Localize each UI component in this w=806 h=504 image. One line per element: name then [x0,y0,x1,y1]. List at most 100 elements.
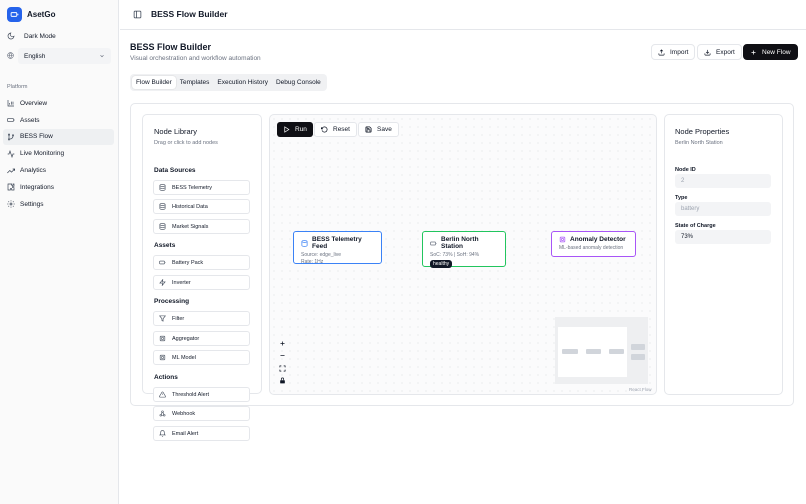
language-value: English [24,52,46,60]
sidebar-item-overview[interactable]: Overview [3,95,114,112]
page-title: BESS Flow Builder [130,42,212,52]
download-icon [704,49,711,56]
library-category: Assets [154,242,176,249]
app-name: AsetGo [27,10,56,19]
tab-flow-builder[interactable]: Flow Builder [132,76,176,89]
dark-mode-toggle[interactable]: Dark Mode [7,32,56,40]
react-flow-attribution[interactable]: React Flow [629,387,652,392]
play-icon [283,126,290,133]
tab-debug-console[interactable]: Debug Console [272,76,325,89]
library-item-label: Threshold Alert [172,391,209,398]
save-button[interactable]: Save [358,122,399,137]
flow-node-anomaly-detector[interactable]: Anomaly Detector ML-based anomaly detect… [551,231,636,257]
zoom-in-button[interactable] [277,337,288,350]
webhook-icon [159,410,166,417]
zoom-out-button[interactable] [277,350,288,363]
new-flow-label: New Flow [762,48,791,56]
sidebar-item-label: Overview [20,99,48,107]
library-item-email-alert[interactable]: Email Alert [153,426,250,441]
save-label: Save [377,126,392,133]
flow-node-bess-telemetry-feed[interactable]: BESS Telemetry Feed Source: edge_live Ra… [293,231,382,265]
export-label: Export [716,48,735,56]
cpu-icon [559,236,566,243]
library-item-label: Battery Pack [172,259,204,266]
sidebar-item-live-monitoring[interactable]: Live Monitoring [3,145,114,162]
library-item-battery-pack[interactable]: Battery Pack [153,255,250,270]
sidebar-item-assets[interactable]: Assets [3,112,114,129]
property-label: Node ID [675,167,696,173]
library-item-inverter[interactable]: Inverter [153,275,250,290]
library-item-bess-telemetry[interactable]: BESS Telemetry [153,180,250,195]
minimap-node [631,344,645,350]
brand[interactable]: AsetGo [7,7,55,22]
library-item-webhook[interactable]: Webhook [153,406,250,421]
status-badge: healthy [430,259,453,268]
sidebar-section-label: Platform [7,84,28,90]
database-icon [159,223,166,230]
puzzle-icon [7,183,15,191]
save-icon [365,126,372,133]
topbar-title: BESS Flow Builder [151,9,228,19]
reset-button[interactable]: Reset [314,122,357,137]
state-of-charge-field[interactable]: 73% [675,230,771,244]
run-button[interactable]: Run [277,122,313,137]
library-item-market-signals[interactable]: Market Signals [153,219,250,234]
minimap[interactable] [555,317,648,384]
library-item-label: Market Signals [172,223,209,230]
library-item-label: ML Model [172,354,196,361]
property-label: State of Charge [675,223,716,229]
flow-node-berlin-north-station[interactable]: Berlin North Station SoC: 73% | SoH: 94%… [422,231,506,268]
sidebar-item-label: Integrations [20,183,54,191]
sidebar-item-integrations[interactable]: Integrations [3,179,114,196]
filter-icon [159,315,166,322]
node-properties-panel [664,114,783,395]
fit-view-button[interactable] [277,362,288,375]
tab-bar: Flow Builder Templates Execution History… [130,74,327,91]
flow-node-detail: Rate: 1Hz [301,258,324,265]
lock-view-button[interactable] [277,375,288,388]
zap-icon [159,279,166,286]
tab-templates[interactable]: Templates [176,76,214,89]
flow-node-detail: ML-based anomaly detection [559,245,624,251]
flow-node-detail: SoC: 73% | SoH: 94% [430,252,480,258]
sidebar-item-analytics[interactable]: Analytics [3,162,114,179]
sidebar-toggle-icon[interactable] [133,10,142,19]
library-item-label: Email Alert [172,430,199,437]
import-label: Import [670,48,689,56]
library-item-label: Aggregator [172,335,200,342]
git-branch-icon [7,133,15,141]
property-label: Type [675,195,688,201]
gear-icon [7,200,15,208]
sidebar-item-settings[interactable]: Settings [3,196,114,213]
sidebar-item-label: Analytics [20,167,47,175]
sidebar-nav: Overview Assets BESS Flow Live Monitorin… [3,95,114,213]
library-item-historical-data[interactable]: Historical Data [153,199,250,214]
import-button[interactable]: Import [651,44,696,60]
new-flow-button[interactable]: New Flow [743,44,798,60]
cpu-icon [159,335,166,342]
library-item-threshold-alert[interactable]: Threshold Alert [153,387,250,402]
flow-node-title: BESS Telemetry Feed [312,236,362,250]
sidebar-item-label: Settings [20,200,44,208]
maximize-icon [279,365,286,372]
library-item-aggregator[interactable]: Aggregator [153,331,250,346]
database-icon [159,184,166,191]
cpu-icon [159,354,166,361]
bell-icon [159,430,166,437]
zoom-controls [277,337,288,387]
export-button[interactable]: Export [697,44,742,60]
type-field[interactable]: battery [675,202,771,216]
library-item-label: Inverter [172,279,191,286]
chevron-down-icon [99,53,105,59]
minimap-node [609,349,624,354]
node-id-field[interactable]: 2 [675,174,771,188]
library-item-ml-model[interactable]: ML Model [153,350,250,365]
plus-icon [750,49,757,56]
library-item-filter[interactable]: Filter [153,311,250,326]
sidebar-item-bess-flow[interactable]: BESS Flow [3,128,114,146]
tab-execution-history[interactable]: Execution History [213,76,272,89]
topbar: BESS Flow Builder [120,0,806,30]
language-select[interactable]: English [18,48,111,64]
lock-icon [279,377,286,384]
minus-icon [279,352,286,359]
